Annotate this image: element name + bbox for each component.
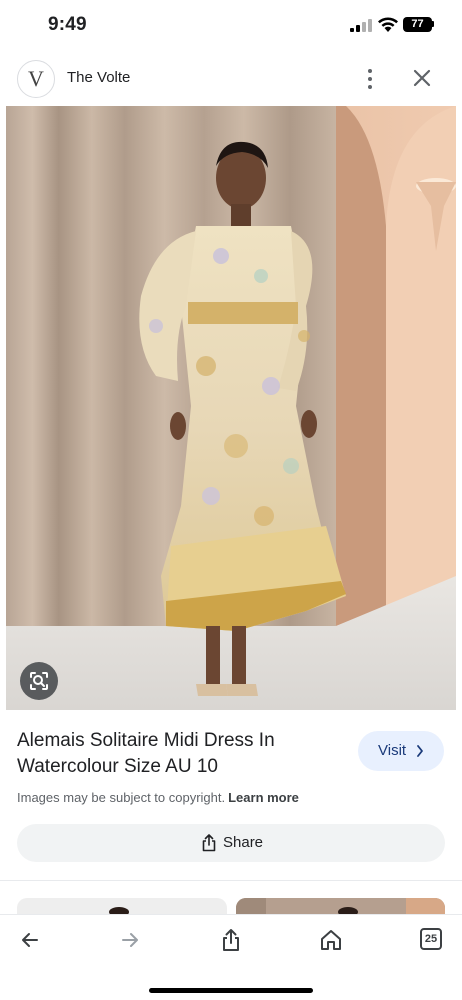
more-vert-icon[interactable]: [356, 65, 384, 93]
arrow-left-icon[interactable]: [17, 927, 43, 953]
tab-switcher-button[interactable]: 25: [420, 928, 442, 950]
site-name[interactable]: The Volte: [67, 69, 130, 86]
site-logo[interactable]: V: [17, 60, 55, 98]
status-bar: 9:49 77: [0, 0, 462, 52]
wifi-icon: [378, 17, 398, 32]
share-button[interactable]: Share: [17, 824, 445, 862]
battery-tip: [432, 21, 434, 27]
product-photo: [6, 106, 456, 710]
cellular-signal-icon: [350, 18, 372, 32]
battery-indicator: 77: [403, 17, 432, 32]
result-header: V The Volte: [0, 56, 462, 102]
share-icon: [202, 834, 216, 852]
close-icon[interactable]: [408, 64, 436, 92]
visit-label: Visit: [378, 742, 407, 759]
home-indicator: [149, 988, 313, 993]
section-divider: [0, 880, 462, 881]
share-icon[interactable]: [218, 927, 244, 953]
copyright-text: Images may be subject to copyright.: [17, 790, 226, 805]
learn-more-link[interactable]: Learn more: [228, 790, 299, 805]
lens-glyph: [30, 672, 48, 690]
visit-button[interactable]: Visit: [358, 731, 444, 771]
browser-toolbar: 25: [0, 914, 462, 1000]
arrow-right-icon[interactable]: [117, 927, 143, 953]
share-label: Share: [223, 834, 264, 851]
status-time: 9:49: [48, 14, 87, 35]
lens-icon[interactable]: [20, 662, 58, 700]
product-image[interactable]: [6, 106, 456, 710]
copyright-notice: Images may be subject to copyright. Learn…: [17, 790, 299, 805]
home-icon[interactable]: [318, 927, 344, 953]
chevron-right-icon: [417, 745, 423, 757]
product-title: Alemais Solitaire Midi Dress In Watercol…: [17, 730, 275, 777]
